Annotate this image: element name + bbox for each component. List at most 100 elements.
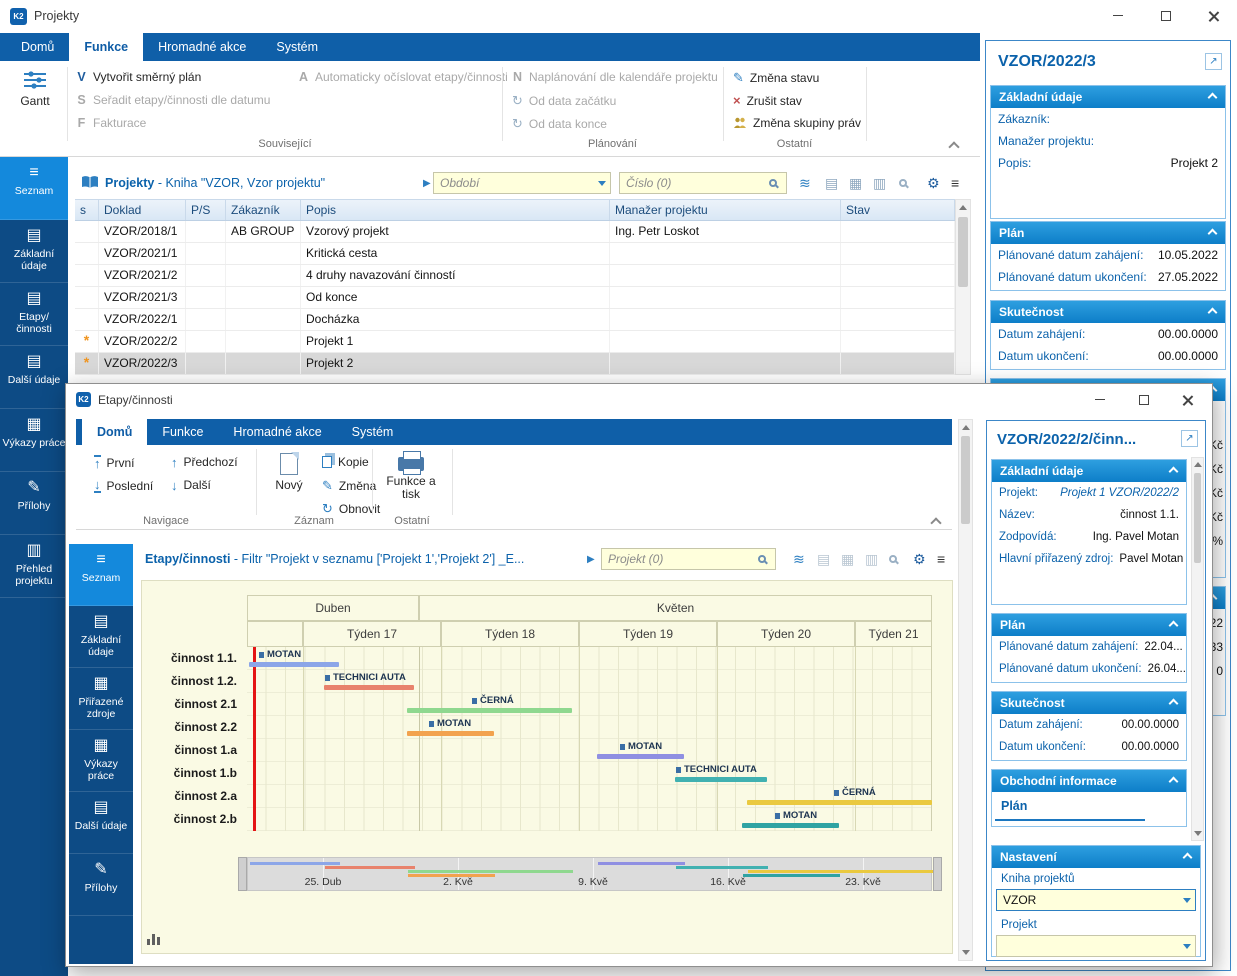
change-rights-group-button[interactable]: Změna skupiny práv bbox=[733, 116, 861, 130]
scroll-up-arrow[interactable] bbox=[959, 420, 972, 435]
column-header-stav[interactable]: Stav bbox=[841, 200, 955, 220]
first-record-button[interactable]: ↑ První bbox=[94, 455, 135, 470]
new-record-button[interactable]: Nový bbox=[264, 453, 314, 492]
layers-icon[interactable]: ≋ bbox=[793, 551, 805, 568]
schedule-by-calendar-button[interactable]: N Naplánování dle kalendáře projektu bbox=[512, 70, 718, 84]
table-row[interactable]: VZOR/2021/3 Od konce bbox=[75, 287, 955, 309]
table-row[interactable]: VZOR/2021/2 4 druhy navazování činností bbox=[75, 265, 955, 287]
gantt-task-name[interactable]: činnost 1.b bbox=[142, 762, 247, 785]
sidebar-item-vykazy-prace[interactable]: ▦ Výkazy práce bbox=[69, 730, 133, 792]
collapse-ribbon-icon[interactable] bbox=[948, 141, 959, 152]
project-combo[interactable] bbox=[996, 935, 1196, 957]
tab-system[interactable]: Systém bbox=[337, 419, 409, 445]
section-header[interactable]: Obchodní informace bbox=[992, 770, 1186, 792]
next-record-button[interactable]: ↓ Další bbox=[171, 478, 211, 492]
columns-icon[interactable]: ▥ bbox=[873, 175, 886, 192]
minimize-button[interactable] bbox=[1095, 0, 1141, 31]
invoicing-button[interactable]: F Fakturace bbox=[76, 116, 146, 130]
sidebar-item-dalsi-udaje[interactable]: ▤ Další údaje bbox=[0, 346, 68, 409]
table-row[interactable]: VZOR/2018/1 AB GROUP Vzorový projekt Ing… bbox=[75, 221, 955, 243]
scroll-down-arrow[interactable] bbox=[959, 945, 972, 960]
change-button[interactable]: ✎ Změna bbox=[322, 478, 376, 494]
maximize-button[interactable] bbox=[1143, 0, 1189, 31]
section-header[interactable]: Základní údaje bbox=[992, 460, 1186, 482]
gantt-bar[interactable] bbox=[597, 754, 684, 759]
project-book-combo[interactable]: VZOR bbox=[996, 889, 1196, 911]
scroll-up-arrow[interactable] bbox=[1192, 458, 1203, 471]
gear-icon[interactable]: ⚙ bbox=[927, 175, 940, 192]
tab-hromadne-akce[interactable]: Hromadné akce bbox=[218, 419, 336, 445]
layers-icon[interactable]: ≋ bbox=[799, 175, 811, 192]
previous-record-button[interactable]: ↑ Předchozí bbox=[171, 455, 238, 469]
scrollbar-thumb[interactable] bbox=[961, 436, 970, 524]
tab-funkce[interactable]: Funkce bbox=[147, 419, 218, 445]
dropdown-icon[interactable] bbox=[1178, 936, 1195, 956]
functions-print-button[interactable]: Funkce a tisk bbox=[378, 449, 444, 501]
chart-icon[interactable]: ▦ bbox=[841, 551, 854, 568]
section-header[interactable]: Plán bbox=[992, 614, 1186, 636]
column-header-ps[interactable]: P/S bbox=[186, 200, 226, 220]
search-icon[interactable] bbox=[769, 179, 777, 187]
gantt-task-name[interactable]: činnost 1.a bbox=[142, 739, 247, 762]
timeline-handle-right[interactable] bbox=[933, 857, 942, 891]
maximize-button[interactable] bbox=[1122, 384, 1166, 415]
dropdown-icon[interactable] bbox=[593, 173, 610, 193]
print-icon[interactable]: ▤ bbox=[825, 175, 838, 192]
table-row[interactable]: VZOR/2022/1 Docházka bbox=[75, 309, 955, 331]
from-start-date-button[interactable]: ↻ Od data začátku bbox=[512, 93, 616, 109]
gantt-task-name[interactable]: činnost 1.2. bbox=[142, 670, 247, 693]
sidebar-item-dalsi-udaje[interactable]: ▤ Další údaje bbox=[69, 792, 133, 854]
search-icon[interactable] bbox=[758, 555, 766, 563]
gantt-task-name[interactable]: činnost 1.1. bbox=[142, 647, 247, 670]
gear-icon[interactable]: ⚙ bbox=[913, 551, 926, 568]
sidebar-item-etapy-cinnosti[interactable]: ▤ Etapy/činnosti bbox=[0, 283, 68, 346]
sidebar-item-zakladni-udaje[interactable]: ▤ Základní údaje bbox=[0, 220, 68, 283]
tab-domu[interactable]: Domů bbox=[82, 419, 147, 445]
from-end-date-button[interactable]: ↻ Od data konce bbox=[512, 116, 607, 132]
close-button[interactable] bbox=[1191, 0, 1237, 31]
gantt-bar[interactable] bbox=[249, 662, 339, 667]
menu-icon[interactable]: ≡ bbox=[951, 175, 959, 191]
gantt-bar[interactable] bbox=[407, 708, 572, 713]
section-header[interactable]: Základní údaje bbox=[991, 86, 1225, 108]
sidebar-item-prilohy[interactable]: ✎ Přílohy bbox=[0, 472, 68, 535]
gantt-bar[interactable] bbox=[675, 777, 767, 782]
gantt-bar[interactable] bbox=[742, 823, 839, 828]
auto-number-button[interactable]: A Automaticky očíslovat etapy/činnosti bbox=[298, 70, 508, 84]
timeline-handle-left[interactable] bbox=[238, 857, 247, 891]
column-header-popis[interactable]: Popis bbox=[301, 200, 610, 220]
scroll-up-arrow[interactable] bbox=[956, 200, 970, 215]
minimize-button[interactable] bbox=[1078, 384, 1122, 415]
last-record-button[interactable]: ↓ Poslední bbox=[94, 478, 153, 493]
chart-icon[interactable]: ▦ bbox=[849, 175, 862, 192]
gantt-task-name[interactable]: činnost 2.2 bbox=[142, 716, 247, 739]
tab-plan[interactable]: Plán bbox=[1001, 799, 1027, 813]
tab-domu[interactable]: Domů bbox=[6, 33, 69, 61]
sidebar-item-zakladni-udaje[interactable]: ▤ Základní údaje bbox=[69, 606, 133, 668]
gantt-bar[interactable] bbox=[324, 685, 414, 690]
scrollbar-thumb[interactable] bbox=[1194, 473, 1201, 563]
sidebar-item-seznam[interactable]: ≡ Seznam bbox=[69, 544, 133, 606]
section-header[interactable]: Nastavení bbox=[992, 846, 1200, 868]
gantt-bar[interactable] bbox=[407, 731, 494, 736]
table-row-selected[interactable]: * VZOR/2022/3 Projekt 2 bbox=[75, 353, 955, 375]
mini-chart-icon[interactable] bbox=[147, 933, 160, 945]
scroll-down-arrow[interactable] bbox=[1192, 827, 1203, 840]
create-baseline-button[interactable]: V Vytvořit směrný plán bbox=[76, 70, 201, 84]
tab-system[interactable]: Systém bbox=[261, 33, 333, 61]
search-settings-icon[interactable] bbox=[889, 555, 897, 563]
sidebar-item-prirazene-zdroje[interactable]: ▦ Přiřazené zdroje bbox=[69, 668, 133, 730]
gantt-task-name[interactable]: činnost 2.a bbox=[142, 785, 247, 808]
tab-hromadne-akce[interactable]: Hromadné akce bbox=[143, 33, 261, 61]
sidebar-item-prehled-projektu[interactable]: ▥ Přehled projektu bbox=[0, 535, 68, 598]
gantt-task-name[interactable]: činnost 2.1 bbox=[142, 693, 247, 716]
column-header-manazer[interactable]: Manažer projektu bbox=[610, 200, 841, 220]
search-settings-icon[interactable] bbox=[899, 179, 907, 187]
dropdown-icon[interactable] bbox=[1178, 890, 1195, 910]
panel-scrollbar[interactable] bbox=[1191, 457, 1204, 841]
play-icon[interactable]: ▶ bbox=[423, 178, 431, 189]
project-search-input[interactable]: Projekt (0) bbox=[601, 548, 776, 570]
column-header-s[interactable]: s bbox=[75, 200, 99, 220]
open-in-window-icon[interactable]: ↗ bbox=[1205, 53, 1222, 70]
sort-stages-button[interactable]: S Seřadit etapy/činnosti dle datumu bbox=[76, 93, 270, 107]
